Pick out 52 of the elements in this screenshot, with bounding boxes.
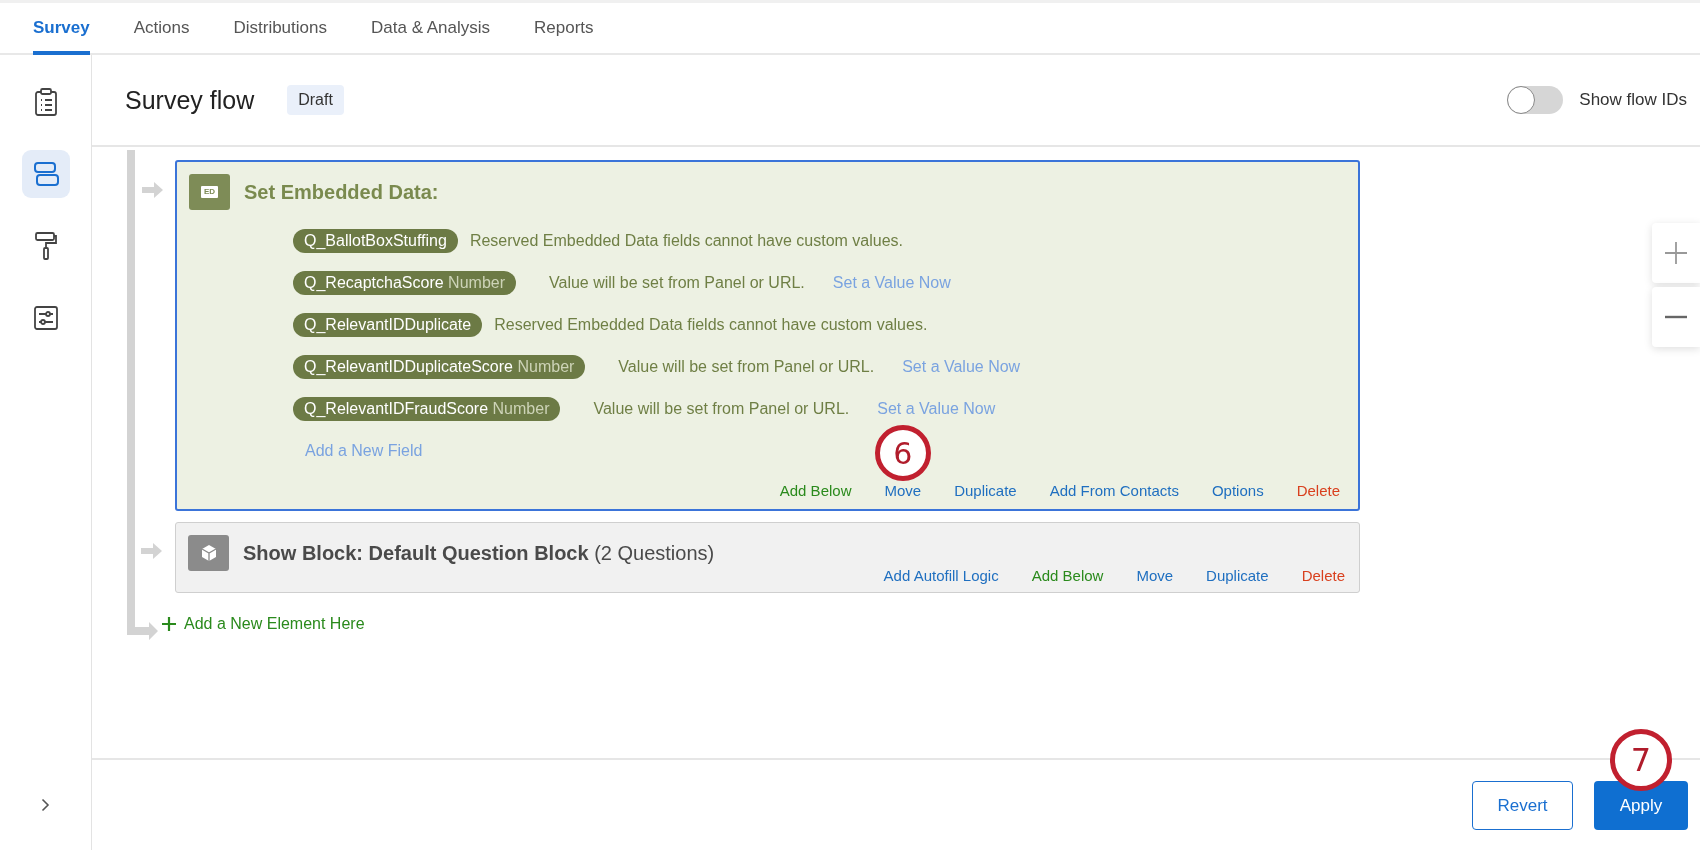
action-link[interactable]: Move <box>884 482 922 499</box>
footer-button[interactable]: Apply <box>1594 781 1688 830</box>
field-note: Reserved Embedded Data fields cannot have custom values. <box>494 316 928 334</box>
nav-tab[interactable]: Distributions <box>233 18 327 55</box>
field-tag[interactable]: Q_RelevantIDFraudScore Number <box>293 397 561 421</box>
step-callout: 6 <box>874 425 931 481</box>
status-badge: Draft <box>287 85 344 115</box>
nav-tab[interactable]: Actions <box>133 18 190 55</box>
field-tag[interactable]: Q_RecaptchaScore Number <box>293 271 516 295</box>
field-note: Value will be set from Panel or URL. <box>593 400 850 418</box>
flow-arrow <box>142 180 163 200</box>
action-link[interactable]: Add Below <box>779 482 852 499</box>
element-title: Show Block: Default Question Block (2 Questions) <box>243 541 715 565</box>
action-link[interactable]: Options <box>1211 482 1264 499</box>
sliders-icon <box>32 305 59 331</box>
zoom-in-button[interactable] <box>1652 223 1700 283</box>
chevron-right-icon[interactable] <box>41 798 50 812</box>
clipboard-icon <box>33 87 58 117</box>
plus-icon <box>1665 242 1687 264</box>
nav-tab[interactable]: Reports <box>534 18 594 55</box>
toggle-switch[interactable] <box>1507 86 1564 114</box>
field-tag[interactable]: Q_BallotBoxStuffing <box>293 229 458 253</box>
cube-icon <box>188 535 229 571</box>
flow-arrow <box>141 541 162 561</box>
action-link[interactable]: Duplicate <box>1206 567 1269 584</box>
action-link[interactable]: Delete <box>1296 482 1340 499</box>
action-link[interactable]: Add Autofill Logic <box>883 567 999 584</box>
field-note: Reserved Embedded Data fields cannot have custom values. <box>469 232 904 250</box>
page-title: Survey flow <box>125 85 255 115</box>
nav-tab[interactable]: Survey <box>33 18 90 55</box>
nav-tab[interactable]: Data & Analysis <box>371 18 491 55</box>
sidebar-item[interactable] <box>21 150 70 198</box>
action-link[interactable]: Duplicate <box>954 482 1017 499</box>
field-tag[interactable]: Q_RelevantIDDuplicate <box>293 313 483 337</box>
element-title: Set Embedded Data: <box>244 180 439 204</box>
action-link[interactable]: Add Below <box>1031 567 1104 584</box>
flow-icon <box>31 160 60 188</box>
step-callout: 7 <box>1610 729 1672 791</box>
field-note: Value will be set from Panel or URL. <box>618 358 875 376</box>
field-tag[interactable]: Q_RelevantIDDuplicateScore Number <box>293 355 586 379</box>
flow-end-arrow <box>127 593 158 641</box>
minus-icon <box>1665 315 1687 319</box>
paint-roller-icon <box>33 231 58 261</box>
toggle-label: Show flow IDs <box>1579 90 1687 110</box>
action-link[interactable]: Move <box>1136 567 1174 584</box>
embedded-data-icon: ED <box>189 174 230 210</box>
plus-icon <box>162 617 176 631</box>
action-link[interactable]: Add From Contacts <box>1049 482 1179 499</box>
field-note: Value will be set from Panel or URL. <box>549 274 805 292</box>
add-element-link[interactable]: Add a New Element Here <box>162 615 365 633</box>
action-link[interactable]: Delete <box>1301 567 1345 584</box>
footer-button[interactable]: Revert <box>1472 781 1573 830</box>
